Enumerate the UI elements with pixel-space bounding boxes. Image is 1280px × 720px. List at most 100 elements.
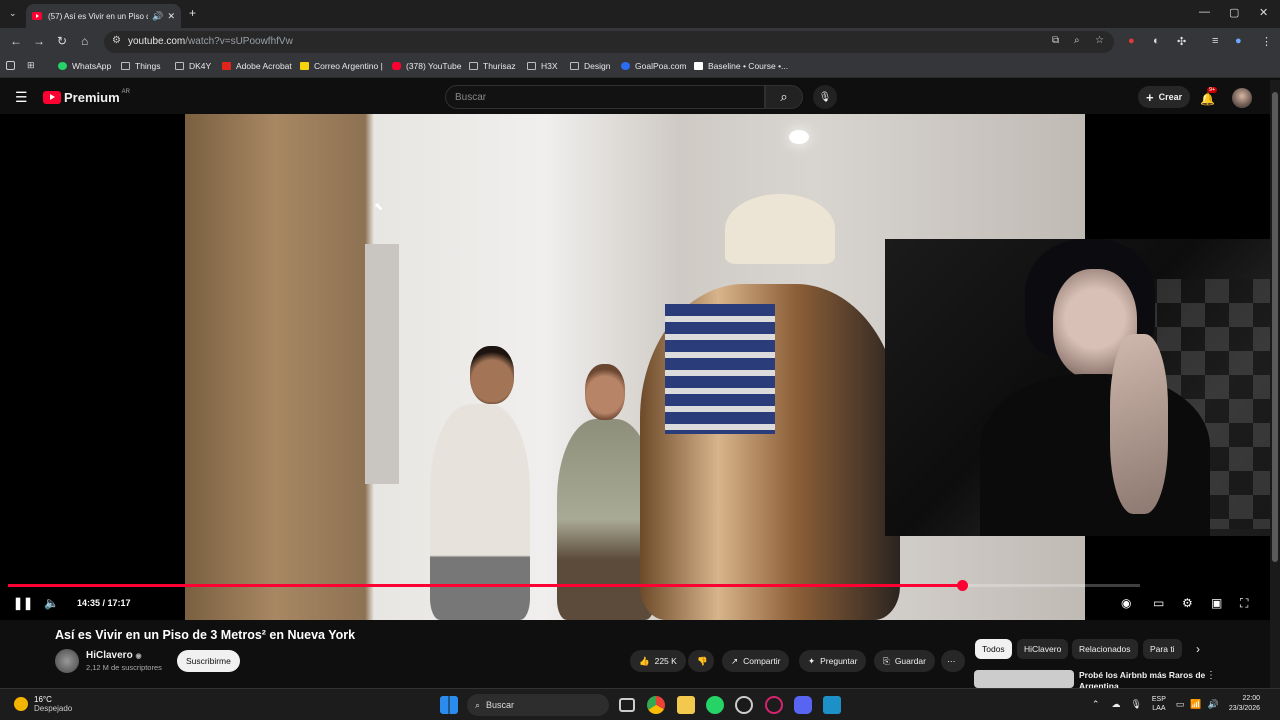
apps-grid-icon[interactable] [6,61,15,70]
url-host: youtube.com [128,36,186,47]
network-icon[interactable]: 📶 [1190,699,1201,710]
url-text[interactable]: youtube.com/watch?v=sUPoowfhfVw [128,36,293,47]
create-button[interactable]: + Crear [1138,86,1191,108]
discord-icon[interactable] [794,696,812,714]
taskbar-search[interactable]: ⌕ Buscar [467,694,609,716]
search-input[interactable] [446,86,746,108]
voice-search-button[interactable]: 🎙 [813,85,837,109]
extension-red-icon[interactable]: ● [1128,35,1135,47]
home-icon[interactable]: ⌂ [81,34,88,48]
task-view-icon[interactable] [619,698,635,712]
bookmark-star-icon[interactable]: ☆ [1095,35,1104,46]
whatsapp-icon [58,62,67,70]
new-tab-button[interactable]: + [189,6,196,20]
scrollbar-thumb[interactable] [1272,92,1278,562]
browser-tab-active[interactable]: (57) Así es Vivir en un Piso d 🔊 ✕ [26,4,181,28]
recommendation-thumbnail[interactable] [974,670,1074,688]
youtube-header: ☰ Premium AR ⌕ 🎙 + Crear 🔔 9+ [0,80,1280,114]
clock-date: 23/3/2026 [1228,705,1260,712]
youtube-premium-logo[interactable]: Premium AR [43,89,130,105]
bookmark-design[interactable]: Design [570,61,610,71]
more-actions-button[interactable]: ⋯ [941,650,965,672]
maximize-button[interactable]: ▢ [1229,6,1239,19]
chip-para-ti[interactable]: Para ti [1143,639,1182,659]
chip-next-chevron-icon[interactable]: › [1196,642,1200,656]
progress-bar[interactable] [8,580,1140,591]
share-button[interactable]: ↗ Compartir [722,650,790,672]
display-icon[interactable]: ▭ [1176,699,1185,710]
back-arrow-icon[interactable]: ← [10,34,22,48]
hamburger-menu-icon[interactable]: ☰ [15,89,28,106]
reload-icon[interactable]: ↻ [57,34,67,48]
volume-icon[interactable]: 🔈 [44,596,59,610]
notifications-button[interactable]: 🔔 9+ [1200,87,1218,108]
close-tab-icon[interactable]: ✕ [167,11,175,22]
subscribe-button[interactable]: Suscribirme [177,650,240,672]
file-explorer-icon[interactable] [677,696,695,714]
app-pink-icon[interactable] [765,696,783,714]
tray-mic-icon[interactable]: 🎙 [1130,699,1141,710]
bookmark-thurisaz[interactable]: Thurisaz [469,61,516,71]
bookmark-dk4y[interactable]: DK4Y [175,61,211,71]
settings-gear-icon[interactable]: ⚙ [1182,596,1193,610]
recommendation-title[interactable]: Probé los Airbnb más Raros de Argentina [1079,670,1209,688]
chrome-icon[interactable] [647,696,665,714]
bookmark-youtube[interactable]: (378) YouTube [392,61,461,71]
dislike-button[interactable]: 👎 [688,650,714,672]
install-app-icon[interactable]: ⧉ [1052,35,1059,46]
chip-todos[interactable]: Todos [975,639,1012,659]
account-avatar[interactable] [1232,88,1252,108]
video-player[interactable]: ⬉ ❚❚ 🔈 14:35 / 17:17 ◉ ▭ ⚙ ▣ ⛶ [0,114,1270,620]
weather-widget[interactable]: 16°C Despejado [14,695,72,713]
page-scrollbar[interactable] [1270,80,1280,688]
tray-app-icon[interactable]: ☁ [1111,699,1120,710]
forward-arrow-icon[interactable]: → [33,34,45,48]
bookmark-whatsapp[interactable]: WhatsApp [58,61,111,71]
bookmark-h3x[interactable]: H3X [527,61,558,71]
address-bar[interactable]: ⚙ youtube.com/watch?v=sUPoowfhfVw ⧉ ⌕ ☆ [104,31,1114,53]
theater-mode-icon[interactable]: ▣ [1211,596,1222,610]
close-window-button[interactable]: ✕ [1259,6,1268,19]
pause-icon[interactable]: ❚❚ [13,596,33,610]
channel-name[interactable]: HiClavero ◉ [86,650,142,661]
language-indicator[interactable]: ESP LAA [1152,695,1166,713]
speaker-icon[interactable]: 🔊 [152,11,163,22]
logo-text: Premium [64,90,120,105]
search-button[interactable]: ⌕ [765,85,803,109]
ask-button[interactable]: ✦ Preguntar [799,650,867,672]
media-controls-icon[interactable]: ≡ [1212,35,1218,47]
subtitles-icon[interactable]: ▭ [1153,596,1164,610]
spotify-icon[interactable] [735,696,753,714]
windows-start-icon[interactable] [440,696,458,714]
fullscreen-icon[interactable]: ⛶ [1240,596,1248,611]
tab-groups-icon[interactable]: ⊞ [27,60,35,71]
site-info-icon[interactable]: ⚙ [112,35,121,46]
bookmark-baseline[interactable]: Baseline • Course •... [694,61,788,71]
profile-icon[interactable]: ● [1235,35,1242,47]
autoplay-toggle-icon[interactable]: ◉ [1121,596,1131,610]
browser-tab-title: (57) Así es Vivir en un Piso d [48,11,149,21]
clock[interactable]: 22:00 23/3/2026 [1229,694,1260,714]
chip-relacionados[interactable]: Relacionados [1072,639,1138,659]
bookmark-goalpoa[interactable]: GoalPoa.com [621,61,687,71]
extension-grey-icon[interactable]: ◐ [1153,35,1160,47]
whatsapp-taskbar-icon[interactable] [706,696,724,714]
like-button[interactable]: 👍 225 K [630,650,686,672]
app-blue-icon[interactable] [823,696,841,714]
keyboard-layout: LAA [1152,705,1166,712]
browser-menu-icon[interactable]: ⋮ [1261,35,1272,48]
channel-avatar[interactable] [55,649,79,673]
recommendation-menu-icon[interactable]: ⋮ [1206,670,1216,681]
bookmark-adobe-acrobat[interactable]: Adobe Acrobat [222,61,292,71]
save-button[interactable]: ⎘ Guardar [874,650,935,672]
notification-badge: 9+ [1207,87,1218,93]
bookmark-correo-argentino[interactable]: Correo Argentino | [300,61,383,71]
bookmark-things[interactable]: Things [121,61,161,71]
chip-hiclavero[interactable]: HiClavero [1017,639,1069,659]
extensions-puzzle-icon[interactable]: ✣ [1177,35,1186,48]
tray-chevron-icon[interactable]: ⌃ [1092,699,1100,710]
minimize-button[interactable]: — [1199,6,1210,18]
speaker-tray-icon[interactable]: 🔊 [1208,699,1219,710]
tab-search-chevron-icon[interactable]: ⌄ [9,8,17,19]
zoom-icon[interactable]: ⌕ [1074,35,1080,46]
